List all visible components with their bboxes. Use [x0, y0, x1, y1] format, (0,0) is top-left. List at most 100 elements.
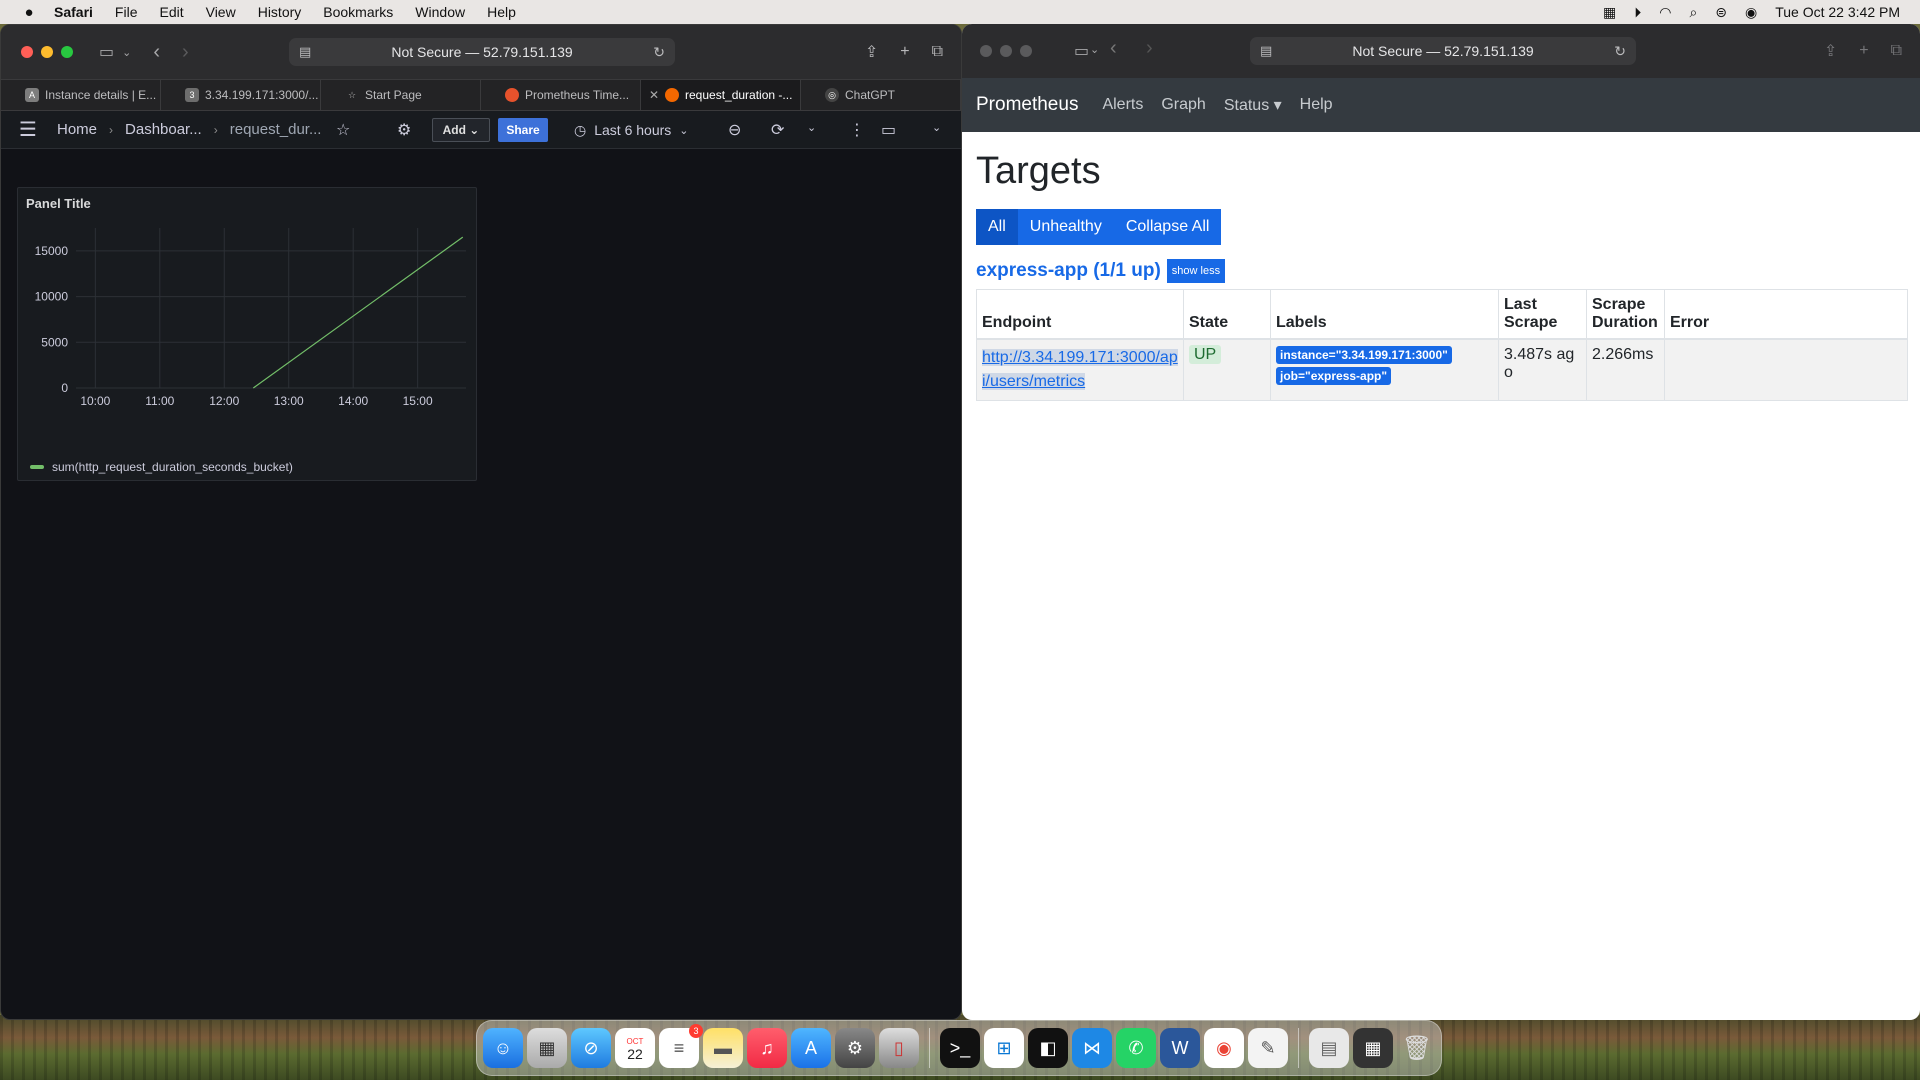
sidebar-icon[interactable]: ▭ — [99, 42, 114, 62]
zoom-window-button[interactable] — [1020, 45, 1032, 57]
address-bar[interactable]: ▤ Not Secure — 52.79.151.139 ↻ — [1250, 37, 1636, 65]
menu-view[interactable]: View — [206, 4, 236, 20]
tab-instance-details[interactable]: A Instance details | E... — [1, 80, 161, 110]
control-center-icon[interactable]: ⊜ — [1715, 4, 1727, 21]
iphone-mirroring-icon[interactable]: ▯ — [879, 1028, 919, 1068]
nav-graph[interactable]: Graph — [1161, 96, 1205, 114]
line-chart: 10:00 11:00 12:00 13:00 14:00 15:00 0 5000 10000… — [35, 228, 466, 408]
finder-icon[interactable]: ☺ — [483, 1028, 523, 1068]
safari-icon[interactable]: ⊘ — [571, 1028, 611, 1068]
show-less-button[interactable]: show less — [1166, 259, 1226, 283]
search-icon[interactable]: ⌕ — [1689, 4, 1697, 21]
apple-menu-icon[interactable]: ● — [18, 4, 40, 21]
collapse-all-button[interactable]: Collapse All — [1113, 209, 1222, 245]
chevron-down-icon[interactable]: ⌄ — [122, 46, 131, 59]
minimize-window-button[interactable] — [1000, 45, 1012, 57]
reload-icon[interactable]: ↻ — [653, 44, 665, 61]
refresh-interval-chevron-icon[interactable]: ⌄ — [807, 121, 816, 134]
address-bar[interactable]: ▤ Not Secure — 52.79.151.139 ↻ — [289, 38, 675, 66]
trash-icon[interactable]: 🗑 — [1397, 1028, 1437, 1068]
chevron-down-icon[interactable]: ⌄ — [1090, 43, 1099, 56]
close-tab-icon[interactable]: ✕ — [649, 88, 659, 102]
sidebar-icon[interactable]: ▭ — [1074, 41, 1089, 61]
new-tab-icon[interactable]: + — [900, 43, 909, 61]
launchpad-icon[interactable]: ▦ — [527, 1028, 567, 1068]
tv-mode-icon[interactable]: ▭ — [881, 120, 896, 140]
vscode-icon[interactable]: ⋈ — [1072, 1028, 1112, 1068]
page-settings-icon[interactable]: ▤ — [299, 44, 311, 60]
tab-request-duration[interactable]: ✕ request_duration -... — [641, 80, 801, 110]
filter-unhealthy-button[interactable]: Unhealthy — [1017, 209, 1114, 245]
music-icon[interactable]: ♫ — [747, 1028, 787, 1068]
close-window-button[interactable] — [21, 46, 33, 58]
whatsapp-icon[interactable]: ✆ — [1116, 1028, 1156, 1068]
downloads-folder-icon[interactable]: ▤ — [1309, 1028, 1349, 1068]
windows-app-icon[interactable]: ⊞ — [984, 1028, 1024, 1068]
recent-apps-stack-icon[interactable]: ▦ — [1353, 1028, 1393, 1068]
back-icon[interactable]: ‹ — [1110, 37, 1117, 60]
menu-clock[interactable]: Tue Oct 22 3:42 PM — [1775, 4, 1900, 20]
chart-legend[interactable]: sum(http_request_duration_seconds_bucket… — [30, 460, 293, 474]
gear-icon[interactable]: ⚙ — [397, 120, 411, 140]
word-icon[interactable]: W — [1160, 1028, 1200, 1068]
system-settings-icon[interactable]: ⚙ — [835, 1028, 875, 1068]
editor-icon[interactable]: ◧ — [1028, 1028, 1068, 1068]
menu-bookmarks[interactable]: Bookmarks — [323, 4, 393, 20]
minimize-window-button[interactable] — [41, 46, 53, 58]
menu-app-name[interactable]: Safari — [54, 4, 93, 20]
breadcrumb-dashboards[interactable]: Dashboar... — [125, 121, 202, 138]
page-settings-icon[interactable]: ▤ — [1260, 43, 1272, 59]
tab-prometheus[interactable]: Prometheus Time... — [481, 80, 641, 110]
textedit-icon[interactable]: ✎ — [1248, 1028, 1288, 1068]
siri-icon[interactable]: ◉ — [1745, 4, 1757, 21]
nav-help[interactable]: Help — [1300, 96, 1333, 114]
breadcrumb-home[interactable]: Home — [57, 121, 97, 138]
close-window-button[interactable] — [980, 45, 992, 57]
zoom-out-icon[interactable]: ⊖ — [728, 120, 741, 140]
tab-metrics-endpoint[interactable]: 3 3.34.199.171:3000/... — [161, 80, 321, 110]
tab-overview-icon[interactable]: ⧉ — [932, 43, 943, 61]
menu-file[interactable]: File — [115, 4, 138, 20]
share-icon[interactable]: ⇪ — [865, 42, 878, 62]
menu-icon[interactable]: ☰ — [19, 117, 41, 142]
prometheus-icon — [505, 88, 519, 102]
tab-chatgpt[interactable]: ◎ ChatGPT — [801, 80, 961, 110]
tab-start-page[interactable]: ☆ Start Page — [321, 80, 481, 110]
notes-icon[interactable]: ▬ — [703, 1028, 743, 1068]
more-options-icon[interactable]: ⋮ — [849, 120, 865, 140]
star-icon[interactable]: ☆ — [336, 120, 350, 140]
new-tab-icon[interactable]: + — [1859, 42, 1868, 60]
filter-all-button[interactable]: All — [976, 209, 1018, 245]
wifi-icon[interactable]: ◠ — [1659, 4, 1671, 21]
chrome-icon[interactable]: ◉ — [1204, 1028, 1244, 1068]
share-button[interactable]: Share — [498, 118, 548, 142]
prometheus-brand[interactable]: Prometheus — [976, 94, 1078, 116]
add-button[interactable]: Add ⌄ — [432, 118, 490, 142]
job-name-link[interactable]: express-app (1/1 up) — [976, 260, 1161, 282]
terminal-icon[interactable]: >_ — [940, 1028, 980, 1068]
forward-icon[interactable]: › — [1146, 37, 1153, 60]
calendar-icon[interactable]: OCT 22 — [615, 1028, 655, 1068]
collapse-chevron-icon[interactable]: ⌄ — [932, 121, 941, 134]
forward-icon[interactable]: › — [182, 41, 189, 64]
app-store-icon[interactable]: A — [791, 1028, 831, 1068]
tab-overview-icon[interactable]: ⧉ — [1891, 42, 1902, 60]
zoom-window-button[interactable] — [61, 46, 73, 58]
menu-history[interactable]: History — [258, 4, 302, 20]
menu-help[interactable]: Help — [487, 4, 516, 20]
grid-menu-icon[interactable]: ▦ — [1603, 4, 1616, 21]
reminders-icon[interactable]: ≡ 3 — [659, 1024, 703, 1068]
reload-icon[interactable]: ↻ — [1614, 43, 1626, 60]
nav-alerts[interactable]: Alerts — [1102, 96, 1143, 114]
back-icon[interactable]: ‹ — [153, 41, 160, 64]
refresh-icon[interactable]: ⟳ — [771, 120, 784, 140]
endpoint-link[interactable]: http://3.34.199.171:3000/api/users/metri… — [982, 349, 1178, 390]
time-range-picker[interactable]: ◷ Last 6 hours ⌄ — [574, 111, 689, 149]
graph-panel[interactable]: Panel Title 10:00 11:00 12:00 13:00 14:00 15:… — [17, 187, 477, 481]
grafana-top-nav: ☰ Home › Dashboar... › request_dur... ☆ … — [1, 111, 961, 149]
menu-window[interactable]: Window — [415, 4, 465, 20]
nav-status[interactable]: Status ▾ — [1224, 95, 1282, 115]
menu-edit[interactable]: Edit — [159, 4, 183, 20]
share-icon[interactable]: ⇪ — [1824, 41, 1837, 61]
play-icon[interactable]: ⏵ — [1634, 4, 1641, 21]
